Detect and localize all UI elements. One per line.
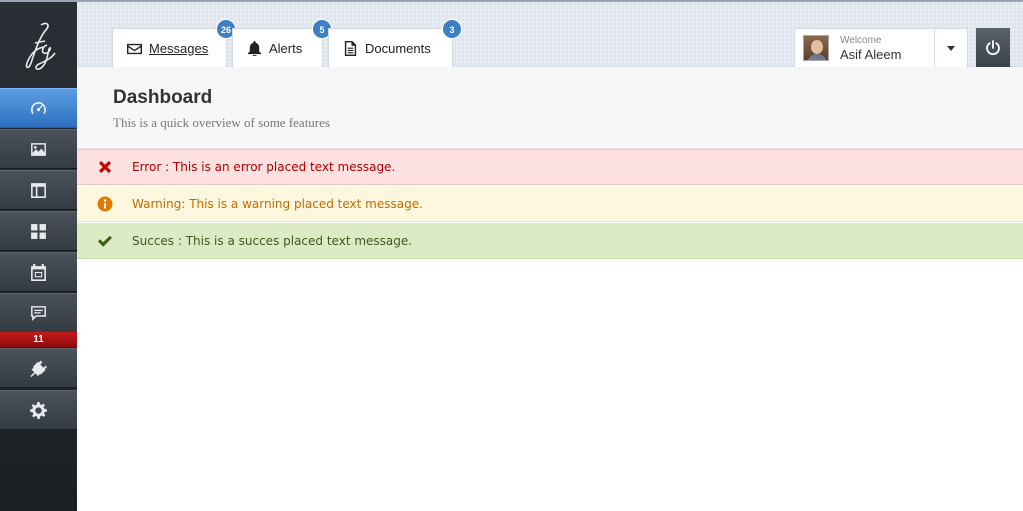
info-icon (97, 196, 112, 211)
document-icon (344, 40, 357, 56)
checkmark-icon (97, 235, 112, 247)
image-icon (31, 142, 46, 156)
avatar (803, 35, 829, 61)
gear-icon (30, 401, 47, 419)
tab-documents-label: Documents (365, 40, 431, 56)
sidebar-item-widgets[interactable] (0, 211, 77, 251)
layout-icon (31, 182, 46, 198)
logo (0, 2, 77, 88)
sidebar-item-plugins[interactable] (0, 348, 77, 388)
logo-icon (25, 22, 56, 70)
tab-documents[interactable]: Documents 3 (328, 19, 462, 67)
envelope-icon (127, 43, 142, 54)
success-alert-text: Succes : This is a succes placed text me… (132, 233, 413, 248)
close-icon (98, 161, 111, 173)
page-title: Dashboard (113, 87, 213, 108)
page-subtitle: This is a quick overview of some feature… (113, 115, 330, 130)
user-dropdown-button[interactable] (934, 29, 967, 68)
calendar-icon (31, 263, 46, 281)
app-window: 11 Messages 26 Alerts 5 Documents 3 Welc… (0, 0, 1023, 511)
warning-alert-text: Warning: This is a warning placed text m… (132, 196, 423, 211)
caret-down-icon (947, 46, 955, 51)
sidebar-item-dashboard[interactable] (0, 88, 96, 128)
comment-icon (31, 305, 46, 321)
tab-messages-label: Messages (149, 40, 209, 56)
grid-icon (31, 223, 46, 239)
tab-alerts-label: Alerts (269, 40, 303, 56)
page-header: Dashboard This is a quick overview of so… (77, 67, 1023, 149)
error-alert: Error : This is an error placed text mes… (77, 149, 1023, 185)
welcome-label: Welcome (840, 35, 882, 46)
sidebar-item-comments[interactable] (0, 293, 77, 333)
sidebar-item-layout[interactable] (0, 170, 77, 210)
bell-icon (247, 40, 262, 56)
sidebar-item-calendar[interactable] (0, 252, 77, 292)
power-icon (986, 39, 1000, 55)
top-bar: Messages 26 Alerts 5 Documents 3 Welcome… (77, 2, 1023, 68)
plug-icon (30, 360, 47, 377)
speedometer-icon (31, 101, 46, 114)
sidebar-item-gallery[interactable] (0, 129, 77, 169)
documents-count-badge: 3 (442, 19, 462, 39)
sidebar-item-settings[interactable] (0, 390, 77, 430)
comments-count-badge: 11 (0, 332, 77, 347)
success-alert: Succes : This is a succes placed text me… (77, 223, 1023, 259)
logout-button[interactable] (976, 28, 1010, 67)
warning-alert: Warning: This is a warning placed text m… (77, 186, 1023, 222)
tab-alerts[interactable]: Alerts 5 (232, 19, 332, 67)
user-name: Asif Aleem (840, 47, 902, 62)
sidebar: 11 (0, 2, 96, 511)
user-menu[interactable]: Welcome Asif Aleem (794, 28, 968, 68)
error-alert-text: Error : This is an error placed text mes… (132, 160, 396, 174)
tab-messages[interactable]: Messages 26 (112, 19, 236, 67)
